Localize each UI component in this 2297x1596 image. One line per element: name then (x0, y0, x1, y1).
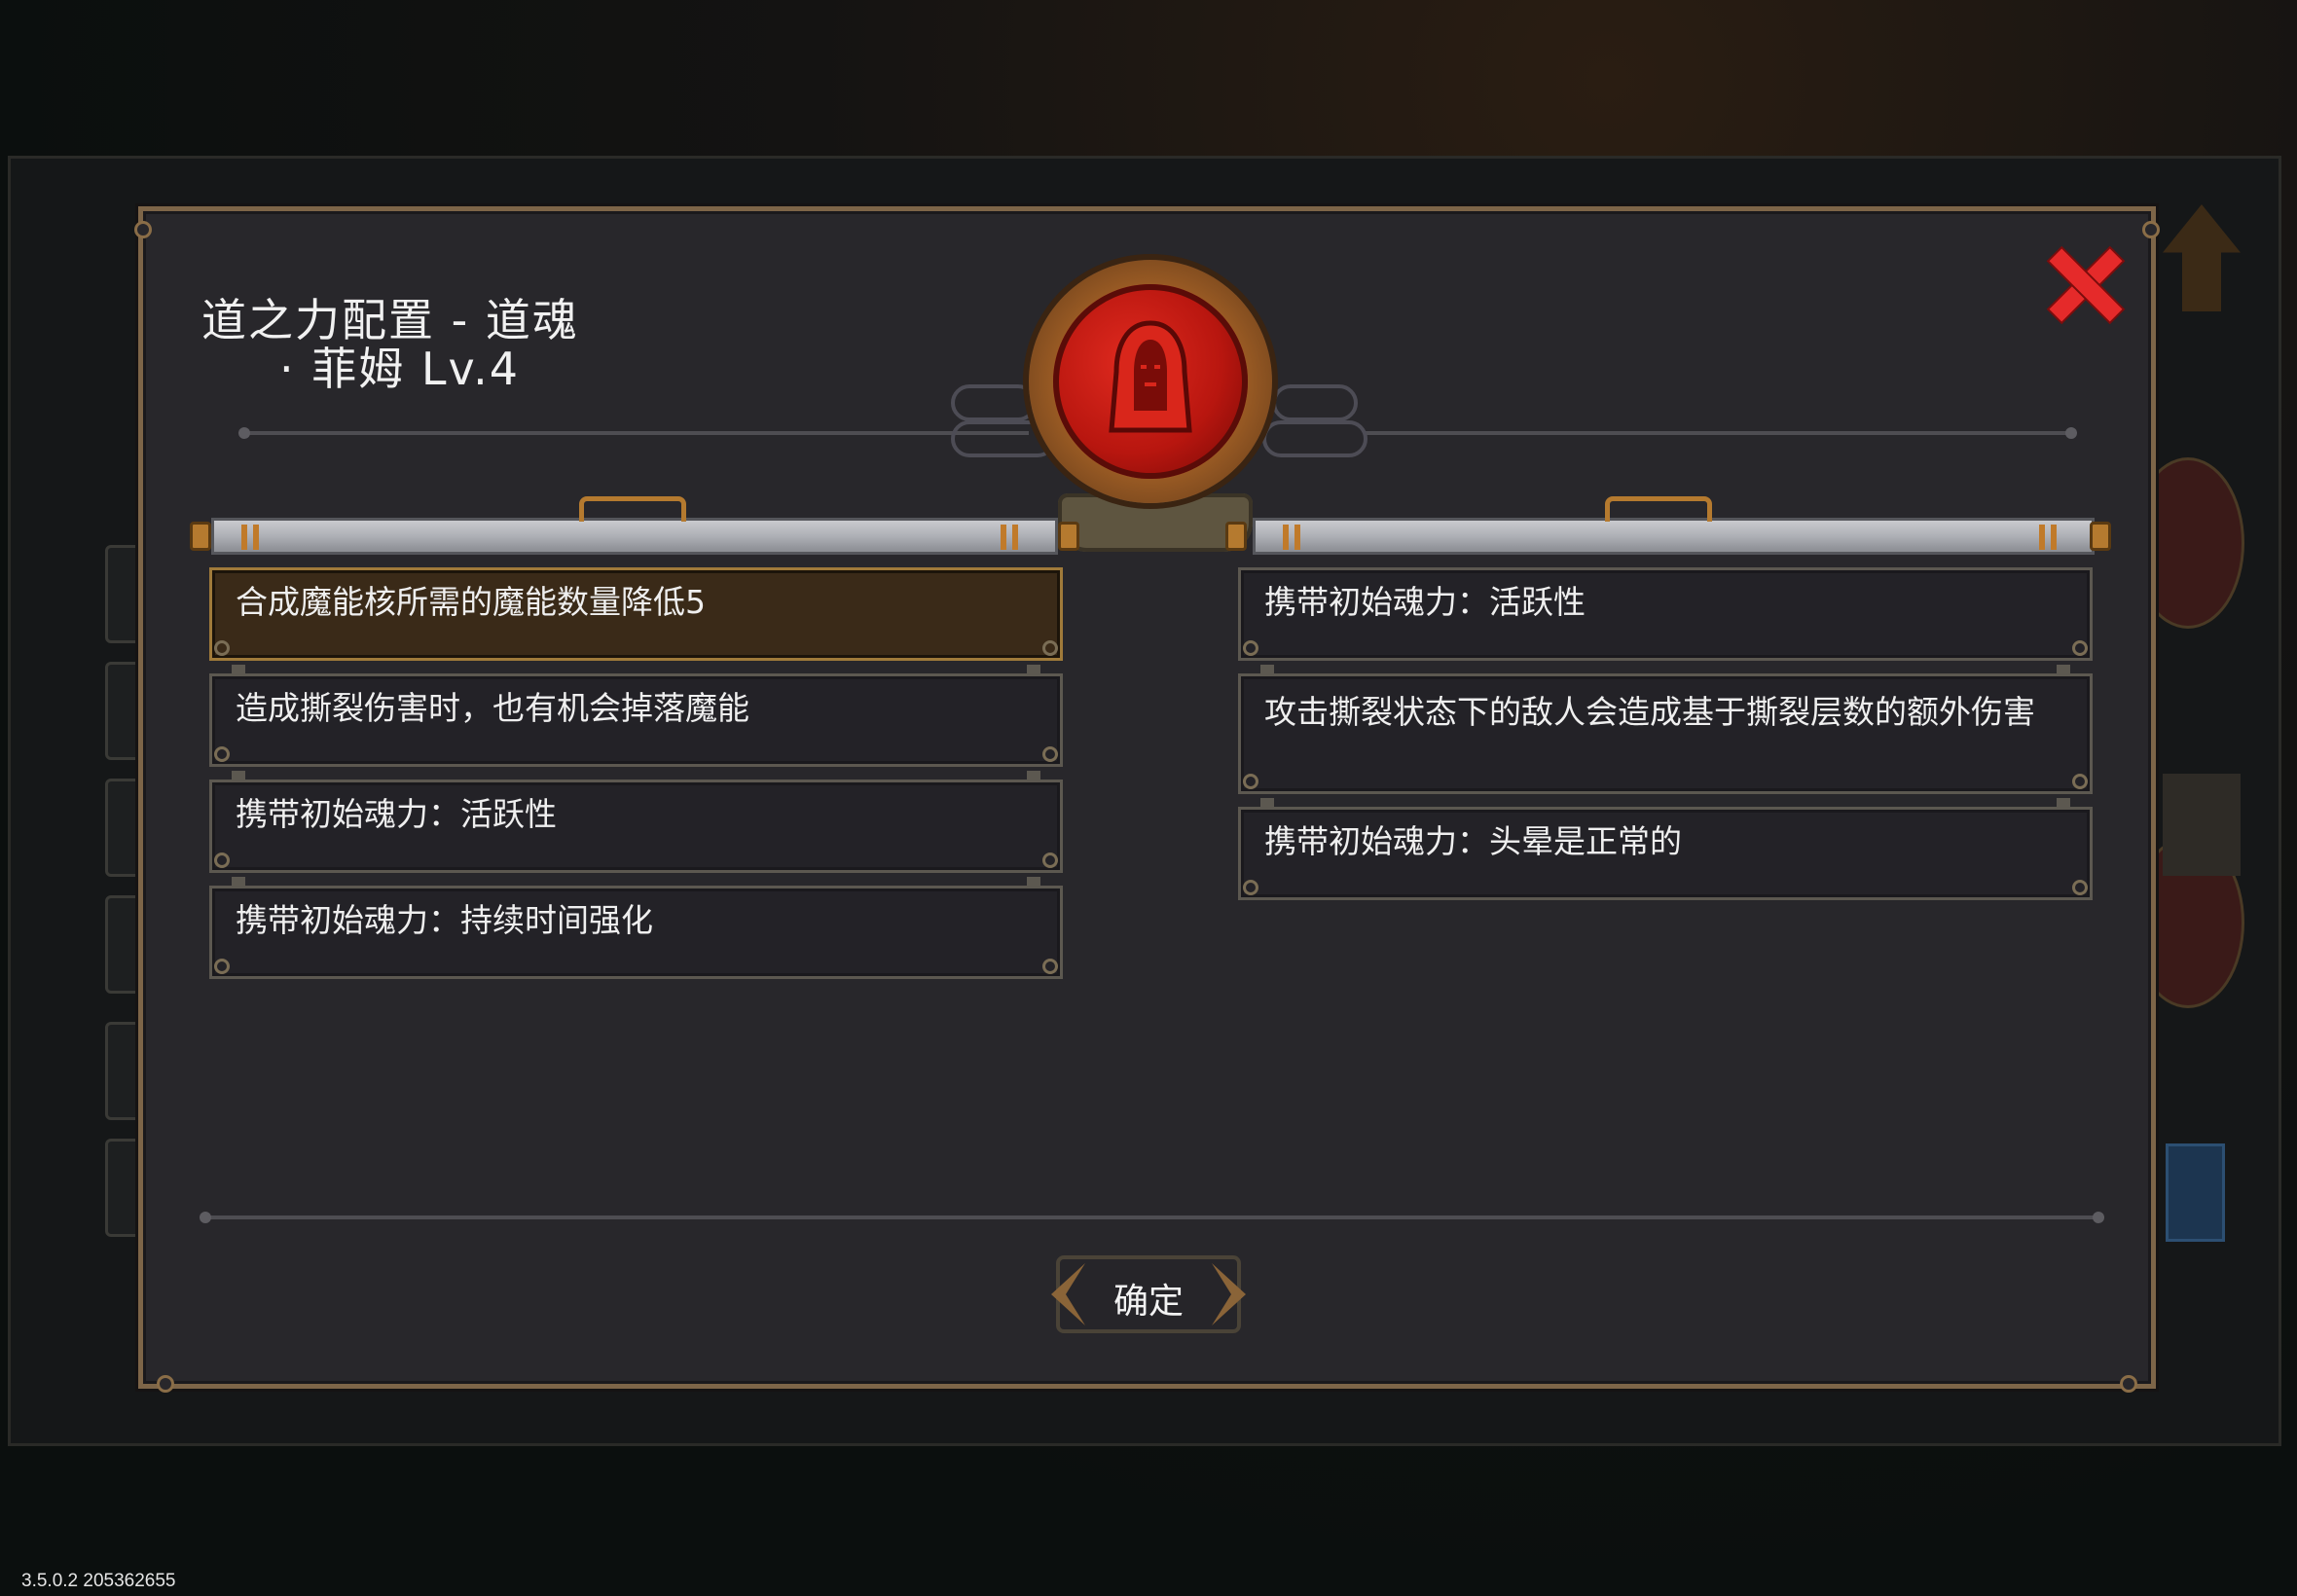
entry-ornament (1042, 852, 1058, 868)
entry-ornament (1042, 640, 1058, 656)
talent-entry-text: 携带初始魂力：头晕是正常的 (1264, 822, 1682, 860)
entry-ornament (2072, 640, 2088, 656)
scroll-stripe (241, 525, 247, 550)
scroll-handle (1605, 496, 1712, 522)
swirl-ornament (951, 384, 1037, 421)
divider-ornament (2093, 1212, 2104, 1223)
talent-entry[interactable]: 攻击撕裂状态下的敌人会造成基于撕裂层数的额外伤害 (1238, 665, 2093, 794)
divider-ornament (238, 427, 250, 439)
entry-ornament (1243, 880, 1258, 895)
talent-config-dialog: 道之力配置 - 道魂 · 菲姆 Lv.4 合成魔能核所需的魔能数量降低5 造成撕… (134, 206, 2160, 1393)
scroll-stripe (253, 525, 259, 550)
scroll-cap (1225, 522, 1247, 551)
divider-line (240, 431, 1029, 435)
talent-entry-text: 携带初始魂力：活跃性 (1264, 583, 1586, 621)
hooded-figure-portrait-icon (1109, 320, 1192, 433)
entry-ornament (1243, 774, 1258, 789)
talent-entry[interactable]: 携带初始魂力：活跃性 (209, 771, 1063, 873)
entry-ornament (214, 852, 230, 868)
corner-ornament (2120, 1375, 2137, 1393)
divider-line (201, 1215, 2099, 1219)
talent-entry-text: 攻击撕裂状态下的敌人会造成基于撕裂层数的额外伤害 (1264, 693, 2035, 731)
entry-connector (232, 877, 245, 887)
version-label: 3.5.0.2 205362655 (21, 1571, 176, 1591)
entry-ornament (2072, 774, 2088, 789)
swirl-ornament (1272, 384, 1358, 421)
game-scene: 道之力配置 - 道魂 · 菲姆 Lv.4 合成魔能核所需的魔能数量降低5 造成撕… (0, 0, 2297, 1596)
entry-connector (1027, 877, 1040, 887)
background-blue-icon (2166, 1143, 2225, 1242)
entry-connector (1260, 665, 1274, 674)
scroll-stripe (1001, 525, 1006, 550)
background-panel (2163, 774, 2241, 876)
divider-ornament (200, 1212, 211, 1223)
corner-ornament (157, 1375, 174, 1393)
entry-connector (2057, 798, 2070, 808)
entry-ornament (1042, 959, 1058, 974)
talent-entry-text: 携带初始魂力：持续时间强化 (236, 901, 653, 939)
talent-entry[interactable]: 合成魔能核所需的魔能数量降低5 (209, 567, 1063, 661)
entry-ornament (2072, 880, 2088, 895)
scroll-cap (2090, 522, 2111, 551)
entry-ornament (214, 959, 230, 974)
entry-ornament (1243, 640, 1258, 656)
corner-ornament (134, 221, 152, 238)
entry-ornament (1042, 746, 1058, 762)
scroll-stripe (1294, 525, 1300, 550)
scroll-stripe (1012, 525, 1018, 550)
confirm-button-label: 确定 (1112, 1282, 1184, 1322)
scroll-cap (1058, 522, 1079, 551)
left-scroll-header (211, 518, 1058, 555)
confirm-button[interactable]: 确定 (1017, 1246, 1280, 1343)
scroll-stripe (2039, 525, 2045, 550)
talent-entry-text: 携带初始魂力：活跃性 (236, 795, 557, 833)
emblem (1029, 260, 1282, 552)
scroll-stripe (1283, 525, 1289, 550)
scroll-stripe (2051, 525, 2057, 550)
scroll-handle (579, 496, 686, 522)
entry-ornament (214, 640, 230, 656)
divider-ornament (2065, 427, 2077, 439)
entry-connector (232, 665, 245, 674)
talent-entry[interactable]: 造成撕裂伤害时，也有机会掉落魔能 (209, 665, 1063, 767)
talent-entry[interactable]: 携带初始魂力：活跃性 (1238, 567, 2093, 661)
entry-connector (2057, 665, 2070, 674)
divider-line (1365, 431, 2070, 435)
scroll-cap (190, 522, 211, 551)
entry-connector (232, 771, 245, 780)
dialog-subtitle: · 菲姆 Lv.4 (279, 343, 521, 395)
talent-entry-text: 造成撕裂伤害时，也有机会掉落魔能 (236, 689, 749, 727)
entry-connector (1027, 665, 1040, 674)
close-x-icon[interactable] (2046, 246, 2124, 324)
entry-connector (1027, 771, 1040, 780)
entry-ornament (214, 746, 230, 762)
entry-connector (1260, 798, 1274, 808)
talent-entry[interactable]: 携带初始魂力：头晕是正常的 (1238, 798, 2093, 900)
talent-entry[interactable]: 携带初始魂力：持续时间强化 (209, 877, 1063, 979)
right-scroll-header (1253, 518, 2095, 555)
corner-ornament (2142, 221, 2160, 238)
talent-entry-text: 合成魔能核所需的魔能数量降低5 (236, 583, 706, 621)
